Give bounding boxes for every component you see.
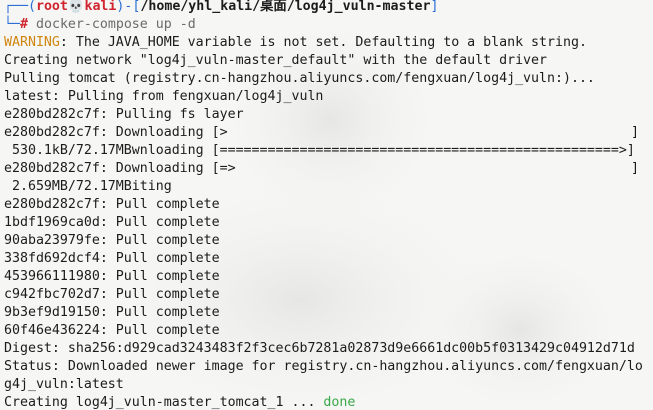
prompt-frame-mid: )-[: [116, 0, 141, 14]
pull-complete-line: 9b3ef9d19150: Pull complete: [4, 305, 220, 320]
pull-complete-line: 338fd692dcf4: Pull complete: [4, 251, 220, 266]
terminal-window[interactable]: ┌──(root💀kali)-[/home/yhl_kali/桌面/log4j_…: [4, 0, 653, 410]
output-line: latest: Pulling from fengxuan/log4j_vuln: [4, 89, 324, 104]
status-line: Status: Downloaded newer image for regis…: [4, 359, 643, 374]
prompt-frame-left: ┌──(: [4, 0, 36, 14]
output-line: 530.1kB/72.17MBwnloading [==============…: [4, 143, 635, 158]
status-line-wrap: g4j_vuln:latest: [4, 377, 124, 392]
prompt-frame-end: ]: [430, 0, 439, 14]
download-progress-row: e280bd282c7f: Downloading [=>]: [4, 160, 653, 178]
output-line: Pulling tomcat (registry.cn-hangzhou.ali…: [4, 71, 595, 86]
prompt-top-line: ┌──(root💀kali)-[/home/yhl_kali/桌面/log4j_…: [4, 0, 653, 16]
output-line: Creating network "log4j_vuln-master_defa…: [4, 53, 548, 68]
prompt-path: /home/yhl_kali/桌面/log4j_vuln-master: [140, 0, 431, 14]
pull-complete-line: 453966111980: Pull complete: [4, 269, 220, 284]
prompt-host: kali: [84, 0, 117, 14]
warning-label: WARNING: [4, 35, 60, 50]
command-text: docker-compose up -d: [35, 17, 196, 32]
pull-complete-line: 1bdf1969ca0d: Pull complete: [4, 215, 220, 230]
download-progress-text: e280bd282c7f: Downloading [=>: [4, 161, 236, 176]
prompt-hash: #: [19, 17, 28, 32]
prompt-frame-bottom: └─: [4, 17, 20, 32]
output-line: e280bd282c7f: Pulling fs layer: [4, 107, 244, 122]
pull-complete-line: e280bd282c7f: Pull complete: [4, 197, 220, 212]
download-progress-bracket: ]: [631, 125, 639, 140]
done-status: done: [323, 395, 356, 410]
creating-container-text: Creating log4j_vuln-master_tomcat_1 ...: [4, 395, 324, 410]
warning-line: WARNING: The JAVA_HOME variable is not s…: [4, 34, 653, 52]
output-line: 2.659MB/72.17MBiting: [4, 179, 172, 194]
creating-container-line: Creating log4j_vuln-master_tomcat_1 ... …: [4, 394, 653, 410]
download-progress-text: e280bd282c7f: Downloading [>: [4, 125, 228, 140]
prompt-user: root: [35, 0, 68, 14]
digest-line: Digest: sha256:d929cad3243483f2f3cec6b72…: [4, 341, 635, 356]
pull-complete-line: 60f46e436224: Pull complete: [4, 323, 220, 338]
download-progress-bracket: ]: [631, 161, 639, 176]
skull-icon: 💀: [67, 0, 85, 14]
download-progress-row: e280bd282c7f: Downloading [>]: [4, 124, 653, 142]
warning-text: : The JAVA_HOME variable is not set. Def…: [59, 35, 587, 50]
pull-complete-line: c942fbc702d7: Pull complete: [4, 287, 220, 302]
prompt-command-line: └─# docker-compose up -d: [4, 16, 653, 34]
pull-complete-line: 90aba23979fe: Pull complete: [4, 233, 220, 248]
